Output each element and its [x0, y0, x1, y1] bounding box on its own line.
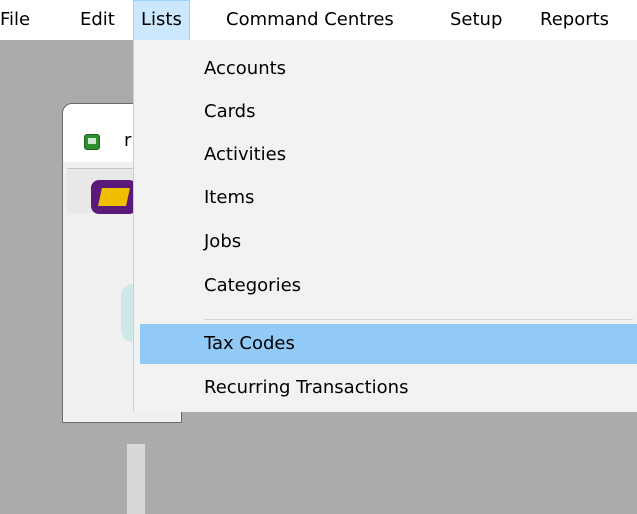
lists-dropdown-menu: Accounts Cards Activities Items Jobs Cat… — [133, 40, 637, 412]
menu-edit[interactable]: Edit — [80, 0, 115, 40]
menu-item-recurring-transactions[interactable]: Recurring Transactions — [140, 368, 637, 408]
menu-item-categories[interactable]: Categories — [140, 266, 637, 306]
menu-item-accounts[interactable]: Accounts — [140, 49, 637, 89]
menu-item-jobs[interactable]: Jobs — [140, 222, 637, 262]
app-window-icon — [84, 134, 100, 150]
menu-separator — [204, 319, 633, 320]
background-panel — [127, 444, 145, 514]
menu-bar: File Edit Lists Command Centres Setup Re… — [0, 0, 637, 40]
menu-lists[interactable]: Lists — [133, 0, 190, 40]
menu-file[interactable]: File — [0, 0, 30, 40]
app-logo-icon — [91, 180, 137, 214]
menu-item-cards[interactable]: Cards — [140, 92, 637, 132]
menu-setup[interactable]: Setup — [450, 0, 502, 40]
background-window-title: r — [124, 130, 132, 151]
menu-reports[interactable]: Reports — [540, 0, 609, 40]
menu-item-items[interactable]: Items — [140, 178, 637, 218]
menu-command-centres[interactable]: Command Centres — [226, 0, 394, 40]
menu-item-tax-codes[interactable]: Tax Codes — [140, 324, 637, 364]
menu-item-activities[interactable]: Activities — [140, 135, 637, 175]
